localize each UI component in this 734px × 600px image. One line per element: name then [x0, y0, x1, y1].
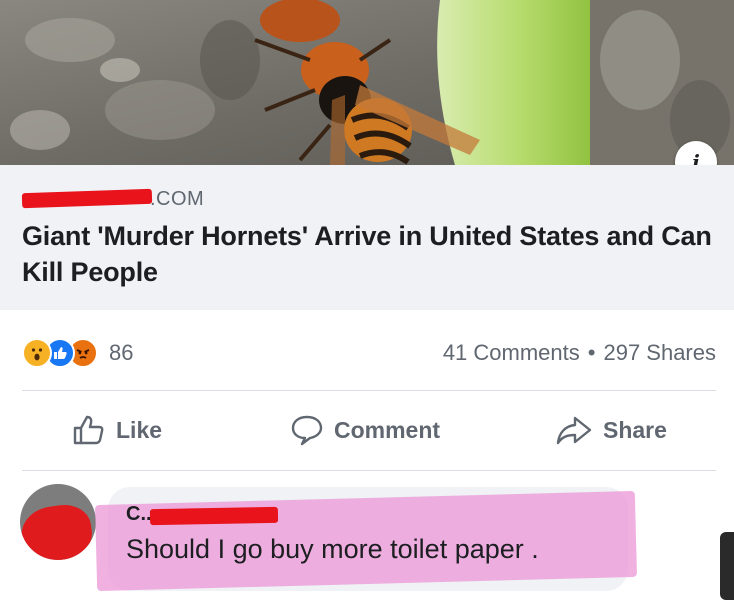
wow-reaction-icon — [22, 338, 52, 368]
edge-shadow — [720, 532, 734, 600]
comment-text: Should I go buy more toilet paper . — [126, 534, 539, 564]
reaction-count: 86 — [109, 340, 134, 365]
info-icon-label: i — [692, 150, 700, 165]
share-label: Share — [603, 416, 667, 443]
divider-bottom — [22, 470, 716, 471]
name-redaction — [149, 506, 279, 526]
comment: C... Should I go buy more toilet paper . — [0, 472, 734, 600]
post-actions: Like Comment Share — [0, 392, 734, 470]
shares-count-link[interactable]: 297 Shares — [603, 340, 716, 366]
hornet-photo — [0, 0, 734, 165]
avatar-redaction — [20, 501, 96, 560]
like-label: Like — [116, 416, 163, 443]
comments-count-link[interactable]: 41 Comments — [443, 340, 580, 366]
domain-redaction — [21, 188, 153, 209]
comment-label: Comment — [334, 416, 441, 443]
share-button[interactable]: Share — [555, 412, 667, 448]
stats-separator: • — [587, 340, 596, 365]
comment-bubble-icon — [291, 415, 323, 446]
comment-button[interactable]: Comment — [290, 412, 440, 448]
link-title[interactable]: Giant 'Murder Hornets' Arrive in United … — [22, 218, 712, 290]
link-preview-meta[interactable]: .COM Giant 'Murder Hornets' Arrive in Un… — [0, 165, 734, 310]
reactions-summary[interactable]: 86 — [22, 338, 133, 368]
engagement-row: 86 41 Comments • 297 Shares — [0, 310, 734, 390]
like-button[interactable]: Like — [72, 412, 162, 448]
link-preview-image[interactable]: i — [0, 0, 734, 165]
thumbs-up-icon — [73, 415, 104, 445]
divider-top — [22, 390, 716, 391]
comment-share-stats: 41 Comments • 297 Shares — [443, 338, 716, 368]
link-domain: .COM — [150, 188, 205, 210]
commenter-avatar[interactable] — [20, 484, 96, 560]
share-arrow-icon — [556, 416, 592, 445]
